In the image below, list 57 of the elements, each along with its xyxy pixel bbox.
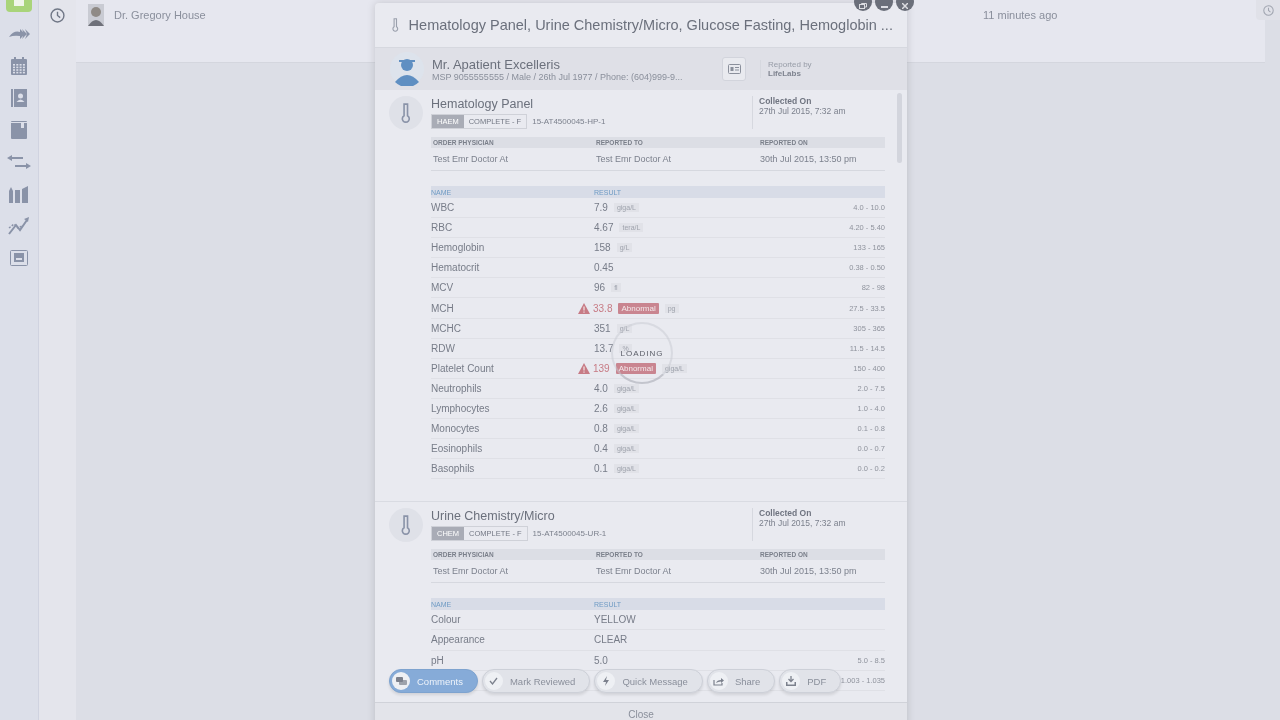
test-name: Colour (431, 614, 461, 626)
result-value: 4.0 (594, 382, 608, 394)
test-name: Basophils (431, 463, 475, 475)
report-title: Hematology Panel (431, 97, 535, 111)
collected-label: Collected On (759, 96, 813, 106)
table-cell-text: Test Emr Doctor At (595, 154, 673, 164)
time-ago: 11 minutes ago (983, 9, 1058, 21)
test-name: MCH (431, 302, 454, 314)
result-value: 0.1 (594, 463, 608, 475)
reported-by-label: Reported by (768, 60, 812, 69)
test-name: RBC (431, 222, 453, 234)
abnormal-flag: Abnormal (618, 302, 659, 314)
result-value: 4.67 (594, 222, 614, 234)
test-name: Eosinophils (431, 443, 483, 455)
result-value: 158 (594, 242, 611, 254)
table-cell-text: Test Emr Doctor At (595, 566, 673, 577)
collected-label: Collected On (759, 508, 813, 519)
patient-details: MSP 9055555555 / Male / 26th Jul 1977 / Phone: (604)999-9... (432, 71, 684, 82)
test-name: MCHC (431, 322, 461, 334)
test-name: Appearance (431, 634, 485, 646)
report-title: Urine Chemistry/Micro (431, 509, 556, 524)
result-value: 33.8 (593, 302, 613, 314)
test-name: Monocytes (431, 423, 480, 435)
result-value: 7.9 (594, 202, 608, 214)
test-name: pH (431, 654, 444, 666)
result-value: 351 (594, 322, 611, 334)
table-cell-text: 30th Jul 2015, 13:50 pm (759, 566, 858, 577)
dialog-title: Hematology Panel, Urine Chemistry/Micro, Glucose Fasting, Hemoglobin ... (408, 17, 893, 33)
test-name: Lymphocytes (431, 403, 490, 414)
result-value: 0.8 (594, 423, 608, 435)
author-name: Dr. Gregory House (114, 9, 206, 21)
test-name: MCV (431, 282, 454, 294)
result-value: 96 (594, 282, 606, 294)
test-name: Hematocrit (431, 262, 480, 274)
patient-name: Mr. Apatient Excelleris (432, 56, 561, 72)
test-name: Platelet Count (431, 362, 494, 374)
result-value: CLEAR (594, 634, 628, 646)
test-name: Neutrophils (431, 382, 482, 394)
accession-number: 15-AT4500045-HP-1 (532, 117, 606, 126)
collected-date: 27th Jul 2015, 7:32 am (759, 518, 847, 529)
result-value: 5.0 (594, 654, 608, 666)
test-name: WBC (431, 202, 455, 214)
table-cell-text: Test Emr Doctor At (432, 154, 510, 164)
result-value: 13.7 (594, 342, 614, 354)
result-value: 0.45 (594, 262, 614, 274)
collected-date: 27th Jul 2015, 7:32 am (759, 106, 847, 116)
result-value: 2.6 (594, 403, 608, 414)
result-value: 139 (593, 362, 610, 374)
abnormal-flag: Abnormal (615, 362, 656, 374)
test-name: RDW (431, 342, 455, 354)
result-value: YELLOW (594, 614, 636, 626)
reported-by-lab: LifeLabs (768, 69, 802, 78)
accession-number: 15-AT4500045-UR-1 (532, 529, 607, 539)
table-cell-text: 30th Jul 2015, 13:50 pm (759, 154, 858, 164)
result-value: 0.4 (594, 443, 608, 455)
table-cell-text: Test Emr Doctor At (432, 566, 510, 577)
test-name: Hemoglobin (431, 242, 485, 254)
